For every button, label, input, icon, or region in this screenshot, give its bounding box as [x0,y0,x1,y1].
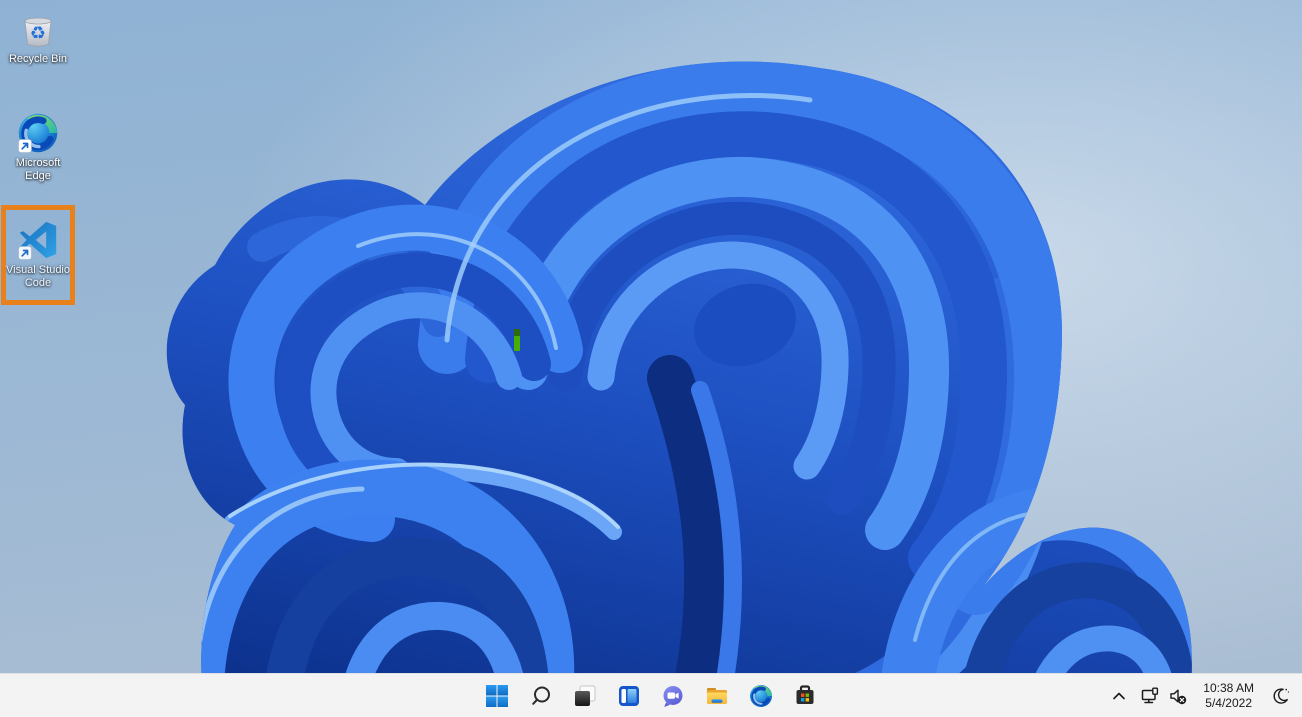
edge-taskbar-button[interactable] [741,676,781,716]
volume-muted-icon [1170,689,1187,705]
wallpaper-bloom [0,0,1302,717]
microsoft-edge-icon [750,685,772,707]
shortcut-arrow-icon [18,246,32,260]
file-explorer-icon [707,688,727,704]
widgets-button[interactable] [609,676,649,716]
desktop-icon-label: Visual Studio Code [5,264,70,289]
desktop-icon-recycle-bin[interactable]: ♻ Recycle Bin [0,8,78,66]
windows-start-icon [486,685,508,707]
tray-date: 5/4/2022 [1205,696,1252,710]
green-cursor-marker [514,329,520,351]
file-explorer-button[interactable] [697,676,737,716]
desktop-icon-microsoft-edge[interactable]: Microsoft Edge [0,112,78,183]
desktop-icon-visual-studio-code[interactable]: Visual Studio Code [0,219,78,290]
search-button[interactable] [521,676,561,716]
network-volume-tray-button[interactable] [1135,676,1193,716]
windows-11-desktop: ♻ Recycle Bin Microsoft Edge Visual Stud… [0,0,1302,717]
hidden-icons-button[interactable] [1105,676,1133,716]
recycle-bin-icon: ♻ [24,17,52,47]
shortcut-arrow-icon [18,139,32,153]
search-icon [532,686,550,705]
taskbar-center-icons [477,674,825,717]
focus-assist-button[interactable] [1264,676,1298,716]
task-view-icon [575,685,596,706]
desktop-icon-label: Recycle Bin [8,53,68,65]
focus-assist-moon-icon [1273,688,1289,704]
chat-button[interactable] [653,676,693,716]
start-button[interactable] [477,676,517,716]
chat-icon [663,686,683,707]
task-view-button[interactable] [565,676,605,716]
widgets-icon [619,686,639,706]
desktop-icon-label: Microsoft Edge [15,157,61,182]
microsoft-store-icon [796,685,814,704]
chevron-up-icon [1113,692,1126,700]
svg-text:♻: ♻ [30,23,46,44]
tray-time: 10:38 AM [1203,681,1254,695]
taskbar: 10:38 AM 5/4/2022 [0,673,1302,717]
system-tray: 10:38 AM 5/4/2022 [1105,674,1298,717]
network-ethernet-icon [1142,687,1159,704]
clock-tray-button[interactable]: 10:38 AM 5/4/2022 [1195,676,1262,716]
microsoft-store-button[interactable] [785,676,825,716]
